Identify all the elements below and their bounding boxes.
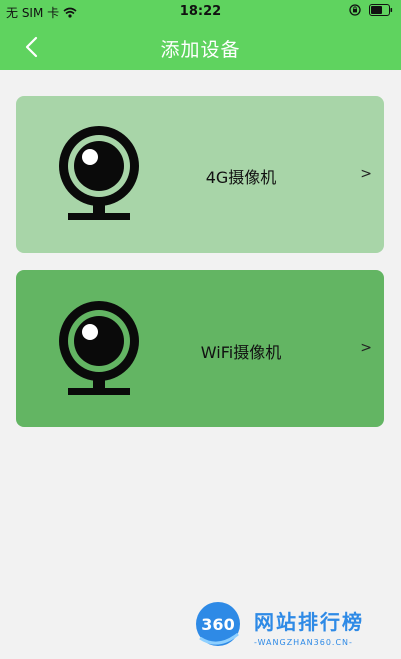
- webcam-icon: [59, 301, 139, 395]
- orientation-lock-icon: [349, 4, 361, 16]
- status-time: 18:22: [179, 4, 222, 19]
- status-right: [349, 4, 393, 16]
- battery-icon: [369, 4, 393, 16]
- watermark-title: 网站排行榜: [254, 610, 364, 634]
- logo-360-icon: 360: [196, 602, 240, 646]
- watermark-subtitle: -WANGZHAN360.CN-: [254, 638, 353, 647]
- device-label: WiFi摄像机: [200, 343, 282, 362]
- chevron-right-icon: >: [360, 340, 372, 356]
- nav-bar: 添加设备: [0, 24, 401, 70]
- chevron-right-icon: >: [360, 166, 372, 182]
- device-card-wifi-camera[interactable]: WiFi摄像机 >: [16, 270, 384, 427]
- status-bar: 无 SIM 卡 18:22: [0, 0, 401, 24]
- webcam-icon: [59, 126, 139, 220]
- watermark: 360 网站排行榜 -WANGZHAN360.CN-: [192, 600, 397, 656]
- device-card-4g-camera[interactable]: 4G摄像机 >: [16, 96, 384, 253]
- device-label: 4G摄像机: [205, 168, 277, 187]
- page-title: 添加设备: [160, 39, 241, 61]
- logo-badge-text: 360: [201, 615, 234, 634]
